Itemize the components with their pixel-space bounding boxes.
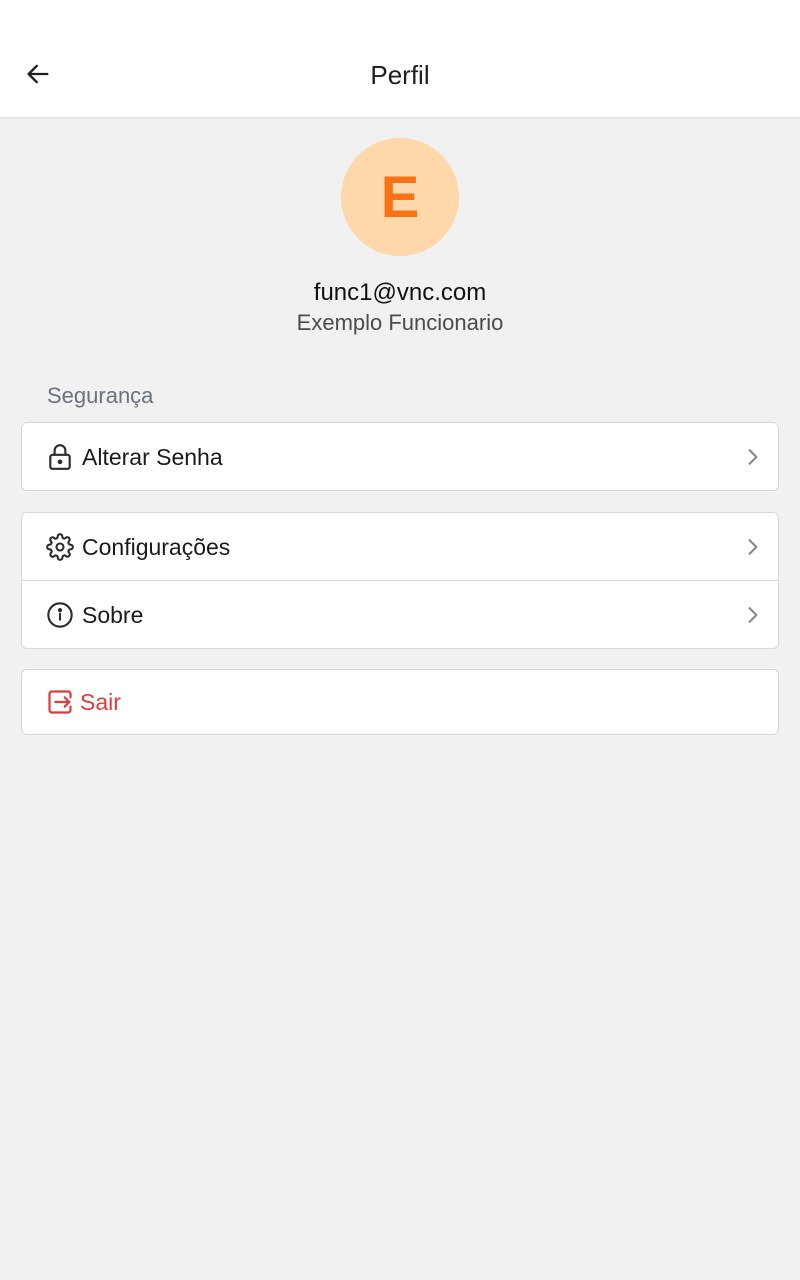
chevron-right-icon xyxy=(744,538,762,556)
page-title: Perfil xyxy=(370,60,430,90)
about-label: Sobre xyxy=(82,601,144,628)
gear-icon xyxy=(46,532,74,561)
user-name: Exemplo Funcionario xyxy=(296,310,504,335)
settings-item[interactable]: Configurações xyxy=(22,513,778,580)
settings-label: Configurações xyxy=(82,533,231,560)
change-password-item[interactable]: Alterar Senha xyxy=(22,423,778,490)
avatar: E xyxy=(341,138,459,256)
logout-icon xyxy=(46,688,74,716)
logout-card: Sair xyxy=(21,669,779,735)
lock-icon xyxy=(46,443,74,471)
logout-label: Sair xyxy=(80,689,121,715)
user-email: func1@vnc.com xyxy=(313,279,487,306)
logout-button[interactable]: Sair xyxy=(22,670,778,734)
app-bar: Perfil xyxy=(0,0,800,118)
change-password-label: Alterar Senha xyxy=(82,443,223,470)
chevron-right-icon xyxy=(744,448,762,466)
avatar-letter: E xyxy=(380,164,420,230)
chevron-right-icon xyxy=(744,606,762,624)
about-item[interactable]: Sobre xyxy=(22,580,778,648)
info-icon xyxy=(46,601,74,629)
section-label-security: Segurança xyxy=(47,383,154,408)
security-card: Alterar Senha xyxy=(21,422,779,491)
general-card: Configurações Sobre xyxy=(21,512,779,649)
